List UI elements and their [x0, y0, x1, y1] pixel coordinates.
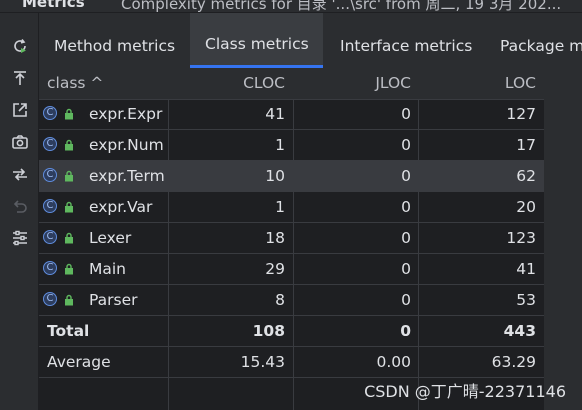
window-title: Metrics — [22, 0, 85, 11]
jloc-value: 0 — [401, 260, 411, 278]
total-loc: 443 — [503, 322, 536, 340]
class-metrics-table: class ^ CLOC JLOC LOC Cexpr.Expr 41 0 12… — [39, 68, 544, 410]
lock-icon — [65, 201, 73, 213]
jloc-value: 0 — [401, 198, 411, 216]
class-name: expr.Num — [89, 136, 164, 154]
watermark-text: CSDN @丁广晴-22371146 — [364, 382, 566, 401]
cloc-value: 1 — [275, 198, 285, 216]
loc-value: 123 — [506, 229, 536, 247]
total-cloc: 108 — [252, 322, 285, 340]
jloc-value: 0 — [401, 291, 411, 309]
class-name: expr.Var — [89, 198, 153, 216]
class-icon: C — [43, 230, 57, 244]
class-icon: C — [43, 137, 57, 151]
title-bar: Metrics Complexity metrics for 目录 '...\s… — [0, 0, 582, 13]
class-icon: C — [43, 199, 57, 213]
tab-package-metrics[interactable]: Package m — [482, 13, 582, 68]
table-row[interactable]: C Lexer 18 0 123 — [39, 223, 544, 254]
jloc-value: 0 — [401, 105, 411, 123]
cloc-value: 1 — [275, 136, 285, 154]
average-cloc: 15.43 — [240, 353, 285, 371]
class-icon: C — [43, 106, 57, 120]
jloc-value: 0 — [401, 136, 411, 154]
right-empty-panel — [544, 68, 582, 410]
column-header-loc[interactable]: LOC — [464, 68, 536, 99]
class-name: Parser — [89, 291, 138, 309]
cloc-value: 18 — [265, 229, 285, 247]
average-loc: 63.29 — [491, 353, 536, 371]
cloc-value: 29 — [265, 260, 285, 278]
jloc-value: 0 — [401, 229, 411, 247]
export-icon[interactable] — [10, 68, 30, 88]
table-row[interactable]: C Parser 8 0 53 — [39, 285, 544, 316]
window-subtitle: Complexity metrics for 目录 '...\src' from… — [121, 0, 562, 13]
jloc-value: 0 — [401, 167, 411, 185]
table-header: class ^ CLOC JLOC LOC — [39, 68, 544, 100]
class-icon: C — [43, 168, 57, 182]
lock-icon — [65, 108, 73, 120]
average-jloc: 0.00 — [376, 353, 411, 371]
class-name: expr.Expr — [89, 105, 163, 123]
loc-value: 127 — [506, 105, 536, 123]
tab-class-metrics[interactable]: Class metrics — [190, 13, 323, 68]
open-external-icon[interactable] — [10, 100, 30, 120]
side-toolbar — [0, 13, 39, 410]
table-row[interactable]: Cexpr.Var 1 0 20 — [39, 192, 544, 223]
column-header-jloc[interactable]: JLOC — [339, 68, 411, 99]
loc-value: 41 — [516, 260, 536, 278]
class-icon: C — [43, 261, 57, 275]
class-name: Main — [89, 260, 127, 278]
average-label: Average — [47, 353, 111, 371]
tab-method-metrics[interactable]: Method metrics — [39, 13, 190, 68]
total-row[interactable]: Total 108 0 443 — [39, 316, 544, 347]
settings-icon[interactable] — [10, 228, 30, 248]
cloc-value: 10 — [265, 167, 285, 185]
table-row[interactable]: C Main 29 0 41 — [39, 254, 544, 285]
cloc-value: 8 — [275, 291, 285, 309]
table-row[interactable]: Cexpr.Term 10 0 62 — [39, 161, 544, 192]
loc-value: 17 — [516, 136, 536, 154]
class-icon: C — [43, 292, 57, 306]
diff-icon[interactable] — [10, 164, 30, 184]
column-header-cloc[interactable]: CLOC — [214, 68, 285, 99]
camera-icon[interactable] — [10, 132, 30, 152]
rerun-icon[interactable] — [10, 36, 30, 56]
loc-value: 62 — [516, 167, 536, 185]
lock-icon — [65, 170, 73, 182]
class-name: expr.Term — [89, 167, 165, 185]
tab-interface-metrics[interactable]: Interface metrics — [323, 13, 482, 68]
metrics-tab-bar: Method metrics Class metrics Interface m… — [39, 13, 582, 68]
lock-icon — [65, 294, 73, 306]
cloc-value: 41 — [265, 105, 285, 123]
total-label: Total — [47, 322, 90, 340]
lock-icon — [65, 263, 73, 275]
table-row[interactable]: Cexpr.Num 1 0 17 — [39, 130, 544, 161]
lock-icon — [65, 232, 73, 244]
lock-icon — [65, 139, 73, 151]
total-jloc: 0 — [400, 322, 411, 340]
loc-value: 20 — [516, 198, 536, 216]
class-name: Lexer — [89, 229, 132, 247]
undo-icon[interactable] — [10, 196, 30, 216]
table-row[interactable]: Cexpr.Expr 41 0 127 — [39, 99, 544, 130]
average-row[interactable]: Average 15.43 0.00 63.29 — [39, 347, 544, 378]
loc-value: 53 — [516, 291, 536, 309]
column-header-class[interactable]: class ^ — [47, 68, 103, 99]
